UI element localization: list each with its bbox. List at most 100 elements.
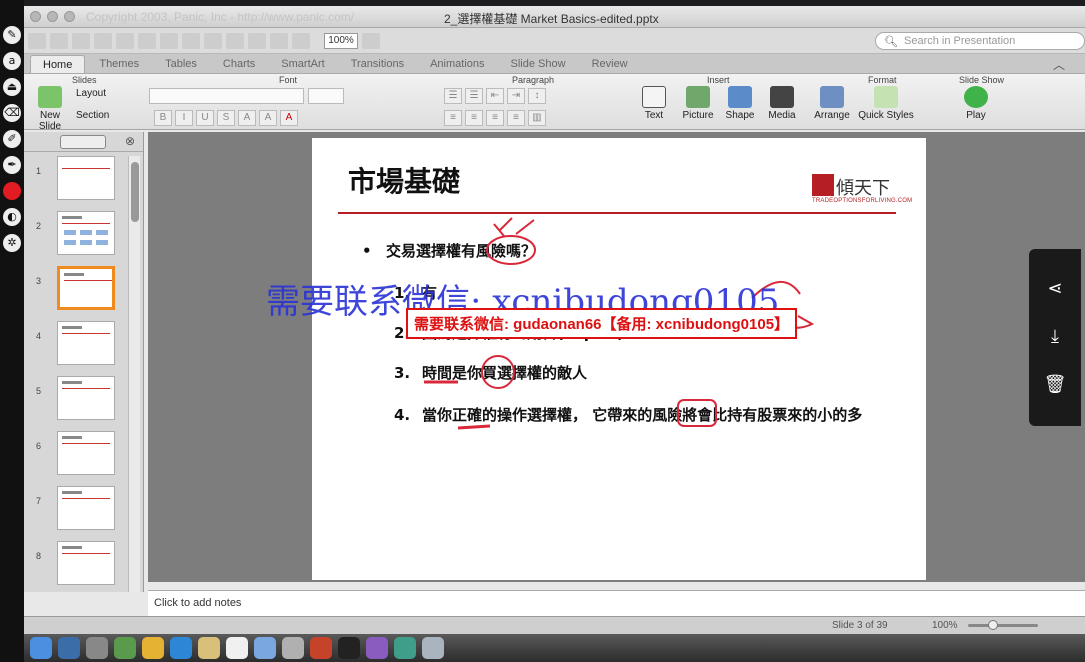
itunes-icon[interactable] [254, 637, 276, 659]
palette-icon[interactable]: ◐ [3, 208, 21, 226]
tab-charts[interactable]: Charts [211, 55, 267, 73]
terminal-icon[interactable] [338, 637, 360, 659]
finder-icon[interactable] [30, 637, 52, 659]
tab-themes[interactable]: Themes [87, 55, 151, 73]
paste-icon[interactable] [182, 32, 200, 49]
open-icon[interactable] [72, 32, 90, 49]
tab-home[interactable]: Home [30, 55, 86, 73]
line-spacing-button[interactable]: ↕ [528, 88, 546, 104]
play-button[interactable]: Play [958, 86, 994, 121]
justify-button[interactable]: ≡ [507, 110, 525, 126]
text-tool-icon[interactable]: a [3, 52, 21, 70]
settings-icon[interactable]: ✲ [3, 234, 21, 252]
eraser-icon[interactable]: ⌫ [3, 104, 21, 122]
marker-icon[interactable]: ✐ [3, 130, 21, 148]
close-panel-icon[interactable]: ⊗ [125, 134, 135, 148]
thumbnail-row[interactable]: 8 [24, 537, 143, 592]
slide-thumbnail[interactable] [57, 321, 115, 365]
share-icon[interactable]: ⋖ [1041, 275, 1069, 303]
decrease-indent-button[interactable]: ⇤ [486, 88, 504, 104]
new-slide-button[interactable]: New Slide [28, 86, 72, 132]
slide-thumbnail[interactable] [57, 376, 115, 420]
brush-icon[interactable]: ✒ [3, 156, 21, 174]
pen-icon[interactable]: ✎ [3, 26, 21, 44]
slide-title[interactable]: 市場基礎 [348, 160, 460, 200]
powerpoint-icon[interactable] [310, 637, 332, 659]
system-prefs-icon[interactable] [86, 637, 108, 659]
copy-icon[interactable] [160, 32, 178, 49]
list-item-text[interactable]: 時間是你買選擇權的敵人 [422, 363, 587, 384]
thumbnail-row[interactable]: 2 [24, 207, 143, 262]
underline-button[interactable]: U [196, 110, 214, 126]
app-icon[interactable] [114, 637, 136, 659]
slide-thumbnail-selected[interactable] [57, 266, 115, 310]
section-button[interactable]: Section [76, 110, 109, 121]
bullets-button[interactable]: ☰ [444, 88, 462, 104]
bullet-question[interactable]: 交易選擇權有風險嗎？ [386, 241, 536, 262]
record-icon[interactable] [3, 182, 21, 200]
tab-tables[interactable]: Tables [153, 55, 209, 73]
list-item-text[interactable]: 當你正確的操作選擇權， 它帶來的風險將會比持有股票來的小的多 [422, 405, 882, 426]
close-window-button[interactable] [30, 11, 41, 22]
slide-thumbnail[interactable] [57, 431, 115, 475]
notes-icon[interactable] [198, 637, 220, 659]
trash-dock-icon[interactable] [422, 637, 444, 659]
align-center-button[interactable]: ≡ [465, 110, 483, 126]
tab-review[interactable]: Review [580, 55, 640, 73]
notes-pane[interactable]: Click to add notes [148, 590, 1085, 618]
strikethrough-button[interactable]: S [217, 110, 235, 126]
picture-button[interactable]: Picture [678, 86, 718, 121]
chrome-icon[interactable] [142, 637, 164, 659]
calendar-icon[interactable] [226, 637, 248, 659]
slide-thumbnail[interactable] [57, 486, 115, 530]
launchpad-icon[interactable] [58, 637, 80, 659]
increase-indent-button[interactable]: ⇥ [507, 88, 525, 104]
subscript-button[interactable]: A [259, 110, 277, 126]
thumbnail-row[interactable]: 3 [24, 262, 143, 317]
arrange-button[interactable]: Arrange [812, 86, 852, 121]
view-toggle[interactable] [60, 135, 106, 149]
collapse-ribbon-icon[interactable]: ︿ [1053, 56, 1065, 73]
undo-icon[interactable] [226, 32, 244, 49]
slide-thumbnail[interactable] [57, 541, 115, 585]
columns-button[interactable]: ▥ [528, 110, 546, 126]
zoom-slider[interactable] [968, 620, 1038, 630]
stamp-icon[interactable]: ⏏ [3, 78, 21, 96]
help-icon[interactable] [362, 32, 380, 49]
cut-icon[interactable] [138, 32, 156, 49]
tab-animations[interactable]: Animations [418, 55, 496, 73]
bold-button[interactable]: B [154, 110, 172, 126]
app-icon[interactable] [394, 637, 416, 659]
tab-slide-show[interactable]: Slide Show [499, 55, 578, 73]
align-right-button[interactable]: ≡ [486, 110, 504, 126]
align-left-button[interactable]: ≡ [444, 110, 462, 126]
superscript-button[interactable]: A [238, 110, 256, 126]
trash-icon[interactable]: 🗑︎ [1041, 371, 1069, 399]
zoom-slider-knob[interactable] [988, 620, 998, 630]
font-color-button[interactable]: A [280, 110, 298, 126]
thumbnail-row[interactable]: 7 [24, 482, 143, 537]
slide-thumbnail[interactable] [57, 211, 115, 255]
thumbnail-row[interactable]: 5 [24, 372, 143, 427]
safari-icon[interactable] [170, 637, 192, 659]
font-size-select[interactable] [308, 88, 344, 104]
format-painter-icon[interactable] [204, 32, 222, 49]
font-family-select[interactable] [149, 88, 304, 104]
search-input[interactable]: 🔍︎ Search in Presentation [875, 32, 1085, 50]
gallery-icon[interactable] [292, 32, 310, 49]
thumbnail-row[interactable]: 4 [24, 317, 143, 372]
redo-icon[interactable] [248, 32, 266, 49]
slide-thumbnail[interactable] [57, 156, 115, 200]
download-icon[interactable]: ⤓ [1041, 323, 1069, 351]
tab-smartart[interactable]: SmartArt [269, 55, 336, 73]
save-icon[interactable] [94, 32, 112, 49]
minimize-window-button[interactable] [47, 11, 58, 22]
numbering-button[interactable]: ☰ [465, 88, 483, 104]
thumbnail-row[interactable]: 1 [24, 152, 143, 207]
new-icon[interactable] [28, 32, 46, 49]
zoom-window-button[interactable] [64, 11, 75, 22]
tab-transitions[interactable]: Transitions [339, 55, 416, 73]
thumbnails-scrollbar[interactable] [128, 156, 140, 592]
scrollbar-knob[interactable] [131, 162, 139, 222]
quick-styles-button[interactable]: Quick Styles [858, 86, 914, 121]
